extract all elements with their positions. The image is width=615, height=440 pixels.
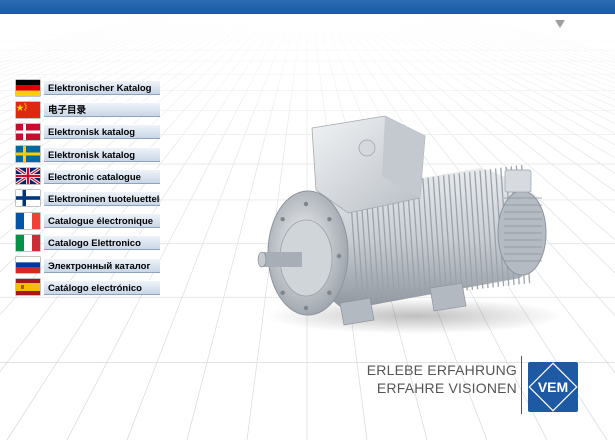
lang-label: Электронный каталог <box>44 257 160 273</box>
slogan-line-2: ERFAHRE VISIONEN <box>376 380 517 396</box>
slogan-line-1: ERLEBE ERFAHRUNG <box>366 362 517 378</box>
lang-item-chinese[interactable]: 电子目录 <box>16 101 162 118</box>
spain-flag-icon <box>16 279 40 296</box>
sweden-flag-icon <box>16 146 40 163</box>
italy-flag-icon <box>16 234 40 251</box>
top-banner-bar <box>0 0 615 14</box>
dropdown-triangle-icon <box>555 20 565 28</box>
china-flag-icon <box>16 101 40 118</box>
russia-flag-icon <box>16 257 40 273</box>
lang-label: Elektroninen tuoteluettelo <box>44 190 160 206</box>
lang-item-swedish[interactable]: Elektronisk katalog <box>16 146 162 163</box>
slogan: ERLEBE ERFAHRUNG ERFAHRE VISIONEN <box>360 361 517 397</box>
lang-item-french[interactable]: Catalogue électronique <box>16 212 162 229</box>
slogan-divider <box>521 356 522 414</box>
electric-motor-image <box>257 115 560 334</box>
lang-item-danish[interactable]: Elektronisk katalog <box>16 123 162 140</box>
france-flag-icon <box>16 212 40 229</box>
vem-logo-text: VEM <box>538 379 568 395</box>
germany-flag-icon <box>16 79 40 96</box>
denmark-flag-icon <box>16 123 40 140</box>
lang-label: Elektronisk katalog <box>44 124 160 140</box>
lang-label: Elektronisk katalog <box>44 146 160 162</box>
lang-label: Catalogo Elettronico <box>44 235 160 251</box>
uk-flag-icon <box>16 168 40 185</box>
lang-label: Catalogue électronique <box>44 213 160 229</box>
lang-item-german[interactable]: Elektronischer Katalog <box>16 79 162 96</box>
lang-label: Electronic catalogue <box>44 168 160 184</box>
lang-item-spanish[interactable]: Catálogo electrónico <box>16 279 162 296</box>
lang-item-italian[interactable]: Catalogo Elettronico <box>16 234 162 251</box>
lang-label: Catálogo electrónico <box>44 279 160 295</box>
lang-item-russian[interactable]: Электронный каталог <box>16 257 162 274</box>
vem-logo[interactable]: VEM <box>528 362 578 412</box>
lang-item-finnish[interactable]: Elektroninen tuoteluettelo <box>16 190 162 207</box>
lang-item-english[interactable]: Electronic catalogue <box>16 168 162 185</box>
lang-label: Elektronischer Katalog <box>44 80 160 95</box>
lang-label: 电子目录 <box>44 102 160 118</box>
finland-flag-icon <box>16 190 40 207</box>
language-menu: Elektronischer Katalog 电子目录 Elektronisk … <box>16 79 162 301</box>
